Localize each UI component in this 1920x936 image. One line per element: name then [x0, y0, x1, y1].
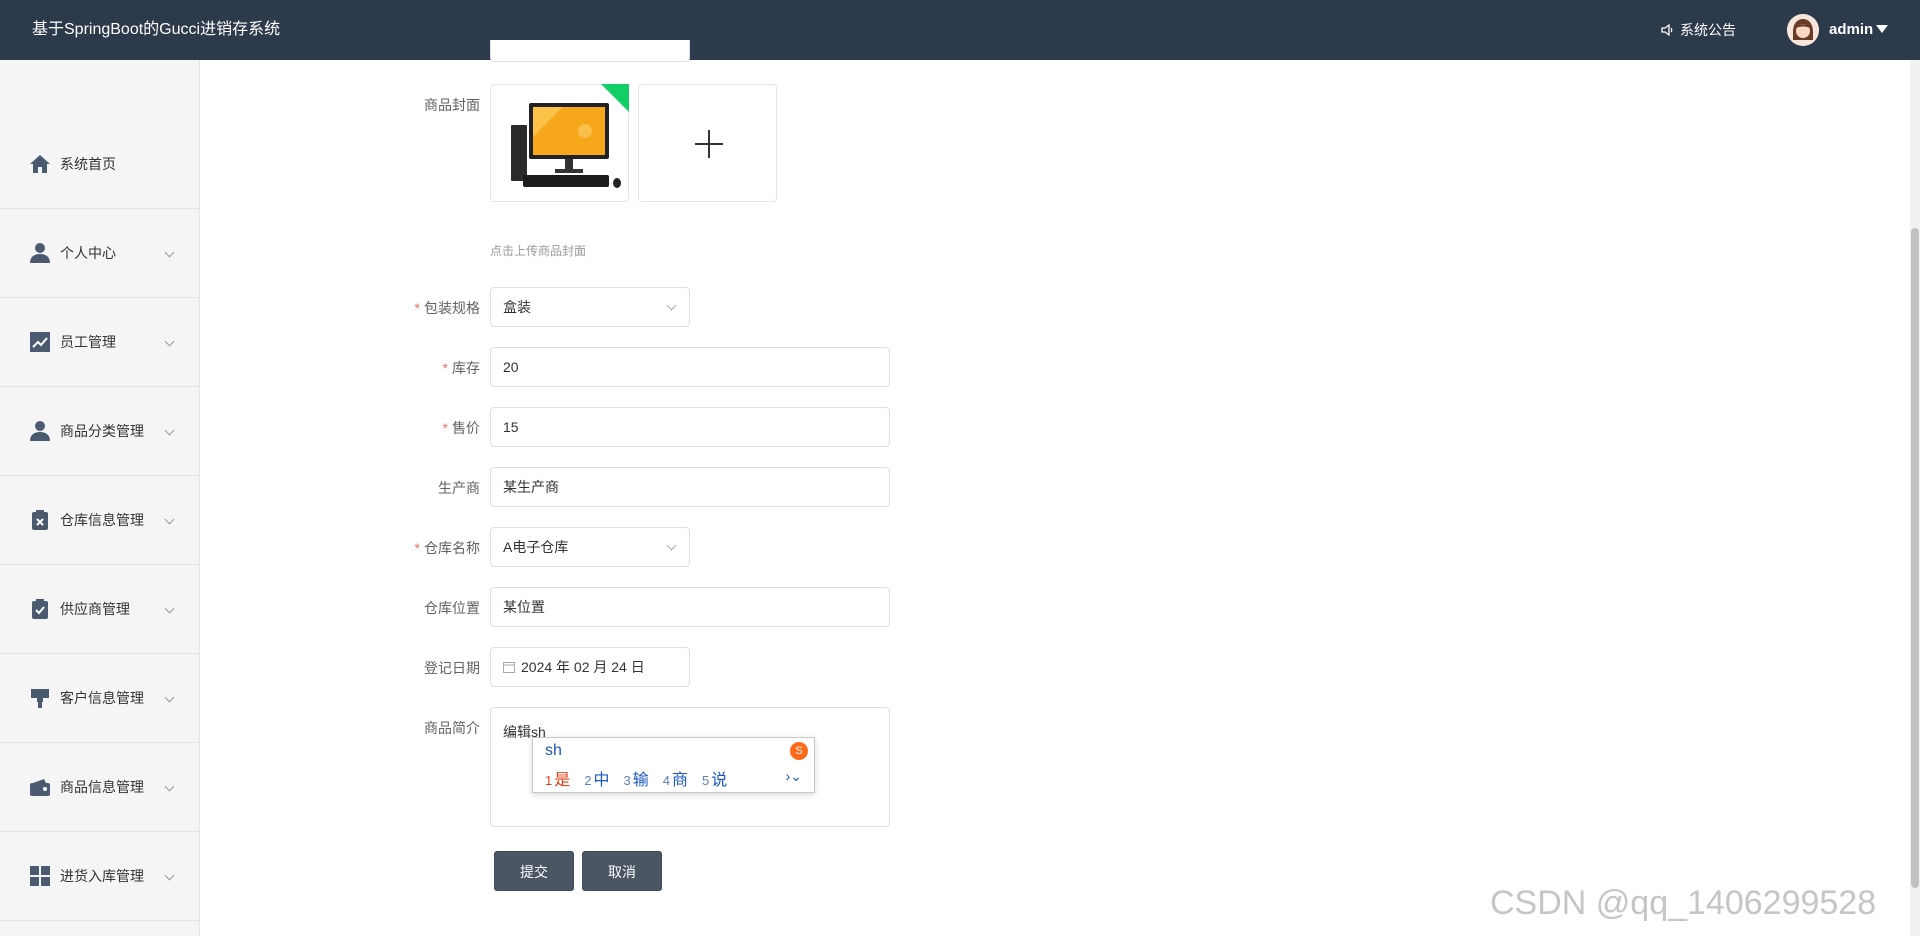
sidebar-item-label: 仓库信息管理 [60, 512, 144, 528]
sidebar-item-home[interactable]: 系统首页 [0, 120, 200, 209]
ime-candidates: 1是 2中 3输 4商 5说 [545, 766, 727, 790]
packaging-label: * 包装规格 [414, 300, 480, 316]
warehouse-select[interactable]: A电子仓库 [490, 527, 690, 567]
chevron-down-icon [164, 692, 175, 703]
app-title: 基于SpringBoot的Gucci进销存系统 [32, 21, 281, 38]
ime-composition-text: sh [545, 742, 562, 759]
sidebar-item-label: 系统首页 [60, 156, 116, 172]
ime-logo-icon: S [790, 742, 808, 760]
sidebar-item-supplier[interactable]: 供应商管理 [0, 565, 200, 654]
watermark: CSDN @qq_1406299528 [1490, 884, 1877, 922]
speaker-icon [1661, 23, 1673, 37]
wallet-icon [28, 775, 52, 799]
scrollbar-thumb[interactable] [1911, 228, 1919, 888]
price-label: * 售价 [442, 420, 480, 436]
cover-upload-hint: 点击上传商品封面 [490, 244, 587, 258]
chart-icon [28, 330, 52, 354]
chevron-down-icon [164, 603, 175, 614]
home-icon [28, 152, 52, 176]
calendar-icon [503, 662, 515, 673]
chevron-down-icon [164, 336, 175, 347]
packaging-value: 盒装 [503, 299, 531, 315]
price-input[interactable]: 15 [490, 407, 890, 447]
date-label: 登记日期 [424, 660, 480, 676]
stock-input[interactable]: 20 [490, 347, 890, 387]
sidebar-item-category[interactable]: 商品分类管理 [0, 387, 200, 476]
cover-image-preview[interactable] [490, 84, 629, 202]
user-icon [28, 241, 52, 265]
sidebar-item-customer[interactable]: 客户信息管理 [0, 654, 200, 743]
cover-label: 商品封面 [424, 97, 480, 113]
ime-candidate[interactable]: 1是 [545, 766, 570, 790]
ime-candidate[interactable]: 3输 [624, 766, 649, 790]
date-value: 2024 年 02 月 24 日 [521, 659, 645, 675]
manufacturer-label: 生产商 [438, 480, 480, 496]
scrolled-input-edge [490, 40, 690, 62]
sidebar-item-label: 客户信息管理 [60, 690, 144, 706]
stock-label: * 库存 [442, 360, 480, 376]
submit-button[interactable]: 提交 [494, 851, 574, 891]
chevron-down-icon [666, 540, 677, 551]
clipboard-x-icon [28, 508, 52, 532]
avatar[interactable] [1787, 14, 1819, 46]
manufacturer-input[interactable]: 某生产商 [490, 467, 890, 507]
sidebar-item-label: 供应商管理 [60, 601, 130, 617]
system-notice-link[interactable]: 系统公告 [1660, 0, 1736, 60]
chevron-down-icon [164, 425, 175, 436]
top-navbar: 基于SpringBoot的Gucci进销存系统 系统公告 admin [0, 0, 1920, 60]
warehouse-value: A电子仓库 [503, 539, 569, 555]
location-label: 仓库位置 [424, 600, 480, 616]
sidebar-item-purchase[interactable]: 进货入库管理 [0, 832, 200, 921]
ime-candidate-popup[interactable]: sh S 1是 2中 3输 4商 5说 ›⌄ [532, 737, 815, 793]
ime-candidate[interactable]: 2中 [584, 766, 609, 790]
chevron-down-icon [164, 870, 175, 881]
sidebar-item-label: 商品分类管理 [60, 423, 144, 439]
sidebar-item-label: 进货入库管理 [60, 868, 144, 884]
cancel-button[interactable]: 取消 [582, 851, 662, 891]
sidebar-item-product[interactable]: 商品信息管理 [0, 743, 200, 832]
plus-icon [695, 130, 723, 158]
clipboard-check-icon [28, 597, 52, 621]
chevron-down-icon [164, 781, 175, 792]
caret-down-icon[interactable] [1876, 25, 1888, 33]
ime-next-page-icon[interactable]: ›⌄ [786, 768, 802, 785]
location-input[interactable]: 某位置 [490, 587, 890, 627]
intro-label: 商品简介 [424, 720, 480, 736]
ime-candidate[interactable]: 4商 [663, 766, 688, 790]
sidebar-item-warehouse[interactable]: 仓库信息管理 [0, 476, 200, 565]
sidebar-item-label: 员工管理 [60, 334, 116, 350]
brush-icon [28, 686, 52, 710]
date-picker[interactable]: 2024 年 02 月 24 日 [490, 647, 690, 687]
cover-upload-button[interactable] [638, 84, 777, 202]
main-content [200, 60, 1910, 936]
ime-candidate[interactable]: 5说 [702, 766, 727, 790]
chevron-down-icon [164, 514, 175, 525]
sidebar-item-profile[interactable]: 个人中心 [0, 209, 200, 298]
sidebar-item-label: 个人中心 [60, 245, 116, 261]
sidebar: 系统首页 个人中心 员工管理 商品分类管理 仓库信息管理 供应商管理 客户信息管… [0, 60, 200, 936]
system-notice-label: 系统公告 [1680, 22, 1736, 38]
chevron-down-icon [164, 247, 175, 258]
grid-icon [28, 864, 52, 888]
upload-success-badge [601, 84, 629, 112]
user-icon [28, 419, 52, 443]
sidebar-item-label: 商品信息管理 [60, 779, 144, 795]
packaging-select[interactable]: 盒装 [490, 287, 690, 327]
sidebar-item-employees[interactable]: 员工管理 [0, 298, 200, 387]
warehouse-label: * 仓库名称 [414, 540, 480, 556]
username-dropdown[interactable]: admin [1829, 0, 1873, 60]
chevron-down-icon [666, 300, 677, 311]
